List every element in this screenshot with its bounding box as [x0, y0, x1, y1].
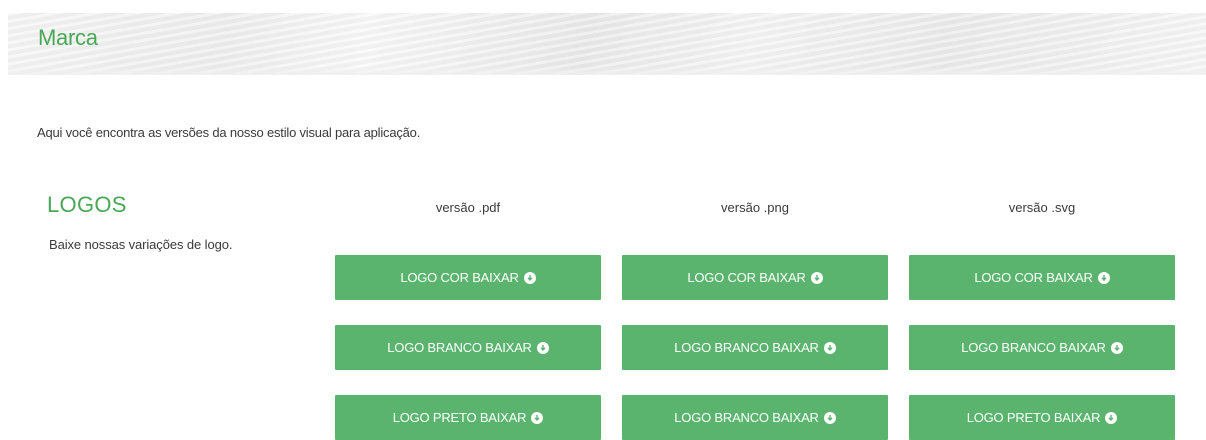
- button-label: LOGO BRANCO BAIXAR: [961, 340, 1106, 355]
- download-button-pdf-branco[interactable]: LOGO BRANCO BAIXAR: [335, 325, 601, 370]
- button-label: LOGO BRANCO BAIXAR: [674, 340, 819, 355]
- download-button-png-cor[interactable]: LOGO COR BAIXAR: [622, 255, 888, 300]
- column-heading-png: versão .png: [721, 200, 789, 215]
- button-label: LOGO COR BAIXAR: [400, 270, 519, 285]
- section-title: LOGOS: [47, 192, 127, 217]
- button-label: LOGO BRANCO BAIXAR: [674, 410, 819, 425]
- download-circle-icon: [823, 341, 836, 354]
- download-button-svg-cor[interactable]: LOGO COR BAIXAR: [909, 255, 1175, 300]
- download-button-svg-branco[interactable]: LOGO BRANCO BAIXAR: [909, 325, 1175, 370]
- download-circle-icon: [531, 411, 544, 424]
- download-circle-icon: [536, 341, 549, 354]
- page-title: Marca: [38, 25, 98, 50]
- column-heading-svg: versão .svg: [1008, 200, 1076, 215]
- column-heading-pdf: versão .pdf: [435, 200, 501, 215]
- download-circle-icon: [810, 271, 823, 284]
- intro-text: Aqui você encontra as versões da nosso e…: [37, 125, 421, 140]
- download-circle-icon: [1105, 411, 1118, 424]
- download-button-svg-preto[interactable]: LOGO PRETO BAIXAR: [909, 395, 1175, 440]
- button-label: LOGO PRETO BAIXAR: [966, 410, 1101, 425]
- button-label: LOGO PRETO BAIXAR: [392, 410, 527, 425]
- download-button-pdf-cor[interactable]: LOGO COR BAIXAR: [335, 255, 601, 300]
- page-header-banner: Marca: [8, 13, 1206, 75]
- download-circle-icon: [1110, 341, 1123, 354]
- download-button-png-branco[interactable]: LOGO BRANCO BAIXAR: [622, 325, 888, 370]
- button-label: LOGO COR BAIXAR: [687, 270, 806, 285]
- button-label: LOGO COR BAIXAR: [974, 270, 1093, 285]
- download-circle-icon: [1097, 271, 1110, 284]
- download-button-png-branco-2[interactable]: LOGO BRANCO BAIXAR: [622, 395, 888, 440]
- section-description: Baixe nossas variações de logo.: [49, 237, 233, 252]
- download-circle-icon: [523, 271, 536, 284]
- button-label: LOGO BRANCO BAIXAR: [387, 340, 532, 355]
- download-button-pdf-preto[interactable]: LOGO PRETO BAIXAR: [335, 395, 601, 440]
- download-circle-icon: [823, 411, 836, 424]
